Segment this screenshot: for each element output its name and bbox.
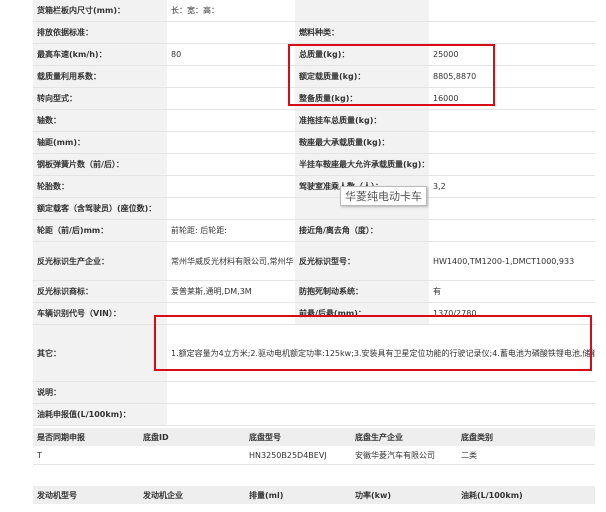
spec-label bbox=[295, 0, 429, 22]
spec-label: 反光标识生产企业： bbox=[33, 241, 167, 281]
chassis-header-cell: 底盘生产企业 bbox=[351, 428, 457, 446]
fuel-label: 油耗申报值(L/100km)： bbox=[33, 403, 167, 426]
spec-value bbox=[429, 197, 595, 220]
spec-value bbox=[167, 65, 295, 88]
spec-row: 轴距(mm)： 鞍座最大承载质量(kg)： bbox=[33, 131, 595, 154]
chassis-value-cell: HN3250B25D4BEVJ bbox=[245, 446, 351, 465]
spec-value: 爱普莱斯,通明,DM,3M bbox=[167, 280, 295, 303]
spec-row: 额定载客（含驾驶员）(座位数)： bbox=[33, 197, 595, 220]
spec-label: 最高车速(km/h)： bbox=[33, 43, 167, 66]
spec-label: 准拖挂车总质量(kg)： bbox=[295, 109, 429, 132]
spec-row: 反光标识商标： 爱普莱斯,通明,DM,3M 防抱死制动系统：有 bbox=[33, 280, 595, 303]
fuel-value bbox=[167, 403, 595, 426]
chassis-value-cell: T bbox=[33, 446, 139, 465]
spec-row: 反光标识生产企业：常州华威反光材料有限公司,常州华日升反光材料股份有限公司,道明… bbox=[33, 241, 595, 281]
spec-value bbox=[429, 131, 595, 154]
highlight-box-mass bbox=[288, 44, 495, 106]
chassis-value-cell: 安徽华菱汽车有限公司 bbox=[351, 446, 457, 465]
engine-table: 发动机型号 发动机企业 排量(ml) 功率(kw) 油耗(L/100km) bbox=[33, 486, 595, 504]
spec-value bbox=[167, 131, 295, 154]
spec-row: 货箱栏板内尺寸(mm)： 长：宽：高： bbox=[33, 0, 595, 22]
spec-row: 轮胎数：驾驶室准乘人数（人）：3,2 bbox=[33, 175, 595, 198]
spec-label: 额定载客（含驾驶员）(座位数)： bbox=[33, 197, 167, 220]
spec-value: HW1400,TM1200-1,DMCT1000,933 bbox=[429, 241, 595, 281]
spec-value bbox=[167, 153, 295, 176]
spec-label: 货箱栏板内尺寸(mm)： bbox=[33, 0, 167, 22]
spec-label: 载质量利用系数： bbox=[33, 65, 167, 88]
spec-label: 半挂车鞍座最大允许承载质量(kg)： bbox=[295, 153, 429, 176]
spec-label: 轮距（前/后)mm： bbox=[33, 219, 167, 242]
remark-label: 说明： bbox=[33, 381, 167, 404]
spec-value: 前轮距: 后轮距: bbox=[167, 219, 295, 242]
spec-label: 钢板弹簧片数（前/后）： bbox=[33, 153, 167, 176]
other-label: 其它： bbox=[33, 324, 167, 382]
chassis-header-cell: 底盘类别 bbox=[457, 428, 595, 446]
spec-value bbox=[167, 21, 295, 44]
spec-value bbox=[429, 0, 595, 22]
engine-header-cell: 发动机型号 bbox=[33, 486, 139, 504]
spec-label: 燃料种类： bbox=[295, 21, 429, 44]
chassis-header-cell: 底盘ID bbox=[139, 428, 245, 446]
chassis-header-cell: 底盘型号 bbox=[245, 428, 351, 446]
chassis-value-cell bbox=[139, 446, 245, 465]
spec-value bbox=[167, 109, 295, 132]
spec-value bbox=[429, 153, 595, 176]
spec-label: 排放依据标准： bbox=[33, 21, 167, 44]
spec-value bbox=[429, 219, 595, 242]
watermark-label: 华菱纯电动卡车 bbox=[340, 186, 427, 206]
spec-value: 有 bbox=[429, 280, 595, 303]
spec-value bbox=[429, 21, 595, 44]
chassis-table: 是否同期申报 底盘ID 底盘型号 底盘生产企业 底盘类别 T HN3250B25… bbox=[33, 428, 595, 465]
chassis-value-row: T HN3250B25D4BEVJ 安徽华菱汽车有限公司 二类 bbox=[33, 446, 595, 465]
spec-label: 车辆识别代号（VIN）： bbox=[33, 302, 167, 325]
chassis-header-cell: 是否同期申报 bbox=[33, 428, 139, 446]
spec-row: 钢板弹簧片数（前/后）： 半挂车鞍座最大允许承载质量(kg)： bbox=[33, 153, 595, 176]
spec-label: 鞍座最大承载质量(kg)： bbox=[295, 131, 429, 154]
spec-row: 排放依据标准： 燃料种类： bbox=[33, 21, 595, 44]
spec-row: 轮距（前/后)mm： 前轮距: 后轮距: 接近角/离去角（度）： bbox=[33, 219, 595, 242]
chassis-header-row: 是否同期申报 底盘ID 底盘型号 底盘生产企业 底盘类别 bbox=[33, 428, 595, 446]
spec-label: 防抱死制动系统： bbox=[295, 280, 429, 303]
engine-header-row: 发动机型号 发动机企业 排量(ml) 功率(kw) 油耗(L/100km) bbox=[33, 486, 595, 504]
engine-header-cell: 功率(kw) bbox=[351, 486, 457, 504]
spec-value bbox=[167, 175, 295, 198]
spec-value: 常州华威反光材料有限公司,常州华日升反光材料股份有限公司,道明光学股份有限公司,… bbox=[167, 241, 295, 281]
spec-value bbox=[429, 109, 595, 132]
engine-header-cell: 发动机企业 bbox=[139, 486, 245, 504]
spec-label: 反光标识商标： bbox=[33, 280, 167, 303]
spec-row: 轴数： 准拖挂车总质量(kg)： bbox=[33, 109, 595, 132]
spec-label: 轮胎数： bbox=[33, 175, 167, 198]
spec-value: 3,2 bbox=[429, 175, 595, 198]
chassis-value-cell: 二类 bbox=[457, 446, 595, 465]
spec-value: 长：宽：高： bbox=[167, 0, 295, 22]
engine-header-cell: 排量(ml) bbox=[245, 486, 351, 504]
spec-row-remark: 说明： bbox=[33, 381, 595, 404]
spec-label: 转向型式： bbox=[33, 87, 167, 110]
spec-value bbox=[167, 197, 295, 220]
spec-value: 80 bbox=[167, 43, 295, 66]
spec-label: 反光标识型号： bbox=[295, 241, 429, 281]
remark-value bbox=[167, 381, 595, 404]
spec-row-fuel: 油耗申报值(L/100km)： bbox=[33, 403, 595, 426]
spec-label: 轴数： bbox=[33, 109, 167, 132]
engine-header-cell: 油耗(L/100km) bbox=[457, 486, 595, 504]
spec-page: 货箱栏板内尺寸(mm)： 长：宽：高： 排放依据标准： 燃料种类： 最高车速(km/h)… bbox=[0, 0, 606, 512]
spec-label: 接近角/离去角（度）： bbox=[295, 219, 429, 242]
spec-label: 轴距(mm)： bbox=[33, 131, 167, 154]
spec-value bbox=[167, 87, 295, 110]
highlight-box-other bbox=[154, 315, 592, 371]
